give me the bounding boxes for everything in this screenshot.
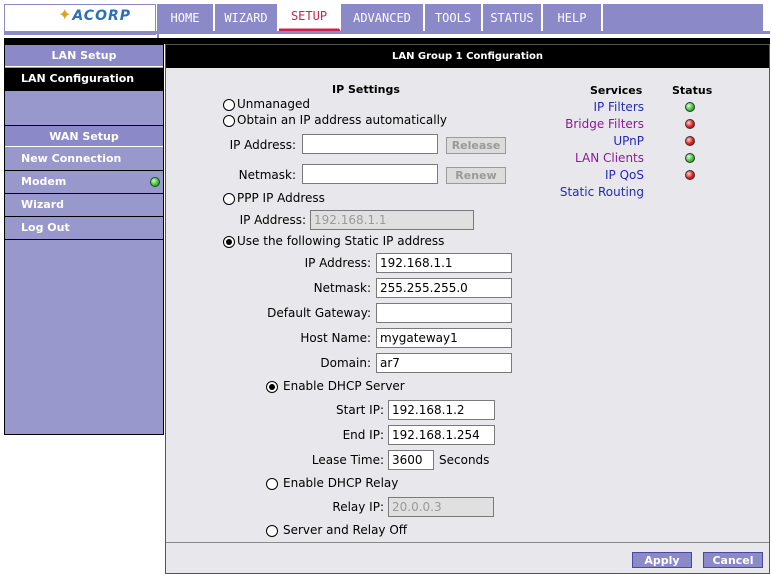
- service-ip-filters[interactable]: IP Filters: [593, 100, 644, 114]
- logo-text: ACORP: [72, 8, 132, 24]
- bridge-filters-status-icon: [685, 119, 695, 129]
- domain-label: Domain:: [320, 356, 371, 370]
- lan-setup-heading: LAN Setup: [5, 45, 163, 67]
- domain-input[interactable]: ar7: [376, 353, 512, 373]
- status-heading: Status: [672, 84, 713, 97]
- tab-status[interactable]: STATUS: [483, 3, 543, 32]
- modem-status-led-icon: [150, 177, 160, 187]
- sidebar-item-modem[interactable]: Modem: [5, 171, 163, 194]
- auto-netmask-input[interactable]: [302, 164, 438, 184]
- hostname-input[interactable]: mygateway1: [376, 328, 512, 348]
- service-static-routing[interactable]: Static Routing: [560, 185, 644, 199]
- obtain-auto-label: Obtain an IP address automatically: [237, 113, 448, 127]
- static-ip-input[interactable]: 192.168.1.1: [376, 253, 512, 273]
- action-bar: Apply Cancel: [166, 542, 769, 573]
- header-divider: [4, 31, 770, 34]
- star-icon: ✦: [58, 5, 73, 24]
- radio-server-relay-off[interactable]: [266, 525, 278, 537]
- static-label: Use the following Static IP address: [237, 234, 445, 248]
- relay-ip-label: Relay IP:: [332, 500, 384, 514]
- tab-wizard[interactable]: WIZARD: [215, 3, 279, 32]
- upnp-status-icon: [685, 136, 695, 146]
- acorp-logo: ✦ACORP: [58, 5, 131, 24]
- start-ip-label: Start IP:: [336, 403, 384, 417]
- sidebar-item-wizard[interactable]: Wizard: [5, 194, 163, 217]
- auto-ip-label: IP Address:: [229, 138, 296, 152]
- static-netmask-input[interactable]: 255.255.255.0: [376, 278, 512, 298]
- hostname-label: Host Name:: [300, 331, 371, 345]
- static-ip-label: IP Address:: [304, 256, 371, 270]
- radio-static[interactable]: [223, 236, 235, 248]
- tab-advanced[interactable]: ADVANCED: [341, 3, 425, 32]
- static-netmask-label: Netmask:: [313, 281, 371, 295]
- ip-filters-status-icon: [685, 102, 695, 112]
- dhcp-server-label: Enable DHCP Server: [283, 379, 405, 393]
- tab-setup[interactable]: SETUP: [279, 3, 341, 32]
- start-ip-input[interactable]: 192.168.1.2: [388, 400, 495, 420]
- relay-ip-input[interactable]: 20.0.0.3: [388, 497, 494, 517]
- release-button[interactable]: Release: [446, 137, 506, 154]
- ppp-ip-label: IP Address:: [239, 213, 306, 227]
- dhcp-relay-label: Enable DHCP Relay: [283, 476, 399, 490]
- main-panel: LAN Group 1 Configuration IP Settings Un…: [165, 44, 770, 574]
- end-ip-input[interactable]: 192.168.1.254: [388, 425, 495, 445]
- ip-qos-status-icon: [685, 170, 695, 180]
- radio-dhcp-relay[interactable]: [266, 478, 278, 490]
- ppp-ip-input[interactable]: 192.168.1.1: [310, 210, 474, 230]
- tab-home[interactable]: HOME: [157, 3, 215, 32]
- radio-obtain-auto[interactable]: [223, 115, 235, 127]
- service-bridge-filters[interactable]: Bridge Filters: [565, 117, 644, 131]
- tab-help[interactable]: HELP: [543, 3, 603, 32]
- cancel-button[interactable]: Cancel: [703, 552, 763, 568]
- service-upnp[interactable]: UPnP: [613, 134, 644, 148]
- service-lan-clients[interactable]: LAN Clients: [575, 151, 644, 165]
- page-title: LAN Group 1 Configuration: [166, 45, 769, 68]
- radio-unmanaged[interactable]: [223, 99, 235, 111]
- sidebar: LAN Setup LAN Configuration WAN Setup Ne…: [4, 44, 164, 435]
- auto-netmask-label: Netmask:: [238, 168, 296, 182]
- gateway-input[interactable]: [376, 303, 512, 323]
- renew-button[interactable]: Renew: [446, 167, 506, 184]
- ip-settings-heading: IP Settings: [332, 83, 400, 96]
- lease-unit-label: Seconds: [439, 453, 490, 467]
- ppp-label: PPP IP Address: [237, 191, 325, 205]
- service-ip-qos[interactable]: IP QoS: [605, 168, 644, 182]
- gateway-label: Default Gateway:: [267, 306, 371, 320]
- lease-time-label: Lease Time:: [311, 453, 384, 467]
- tab-tools[interactable]: TOOLS: [425, 3, 483, 32]
- sidebar-item-log-out[interactable]: Log Out: [5, 217, 163, 240]
- top-nav: HOME WIZARD SETUP ADVANCED TOOLS STATUS …: [157, 3, 763, 32]
- end-ip-label: End IP:: [342, 428, 384, 442]
- sidebar-item-label: Modem: [21, 175, 67, 188]
- unmanaged-label: Unmanaged: [237, 97, 311, 111]
- sidebar-item-lan-configuration[interactable]: LAN Configuration: [5, 68, 163, 91]
- lease-time-input[interactable]: 3600: [388, 450, 434, 470]
- server-relay-off-label: Server and Relay Off: [283, 523, 408, 537]
- wan-setup-heading: WAN Setup: [5, 125, 163, 147]
- radio-dhcp-server[interactable]: [266, 381, 278, 393]
- lan-clients-status-icon: [685, 153, 695, 163]
- apply-button[interactable]: Apply: [632, 552, 692, 568]
- services-heading: Services: [590, 84, 643, 97]
- radio-ppp[interactable]: [223, 193, 235, 205]
- auto-ip-input[interactable]: [302, 134, 438, 154]
- sidebar-item-new-connection[interactable]: New Connection: [5, 148, 163, 171]
